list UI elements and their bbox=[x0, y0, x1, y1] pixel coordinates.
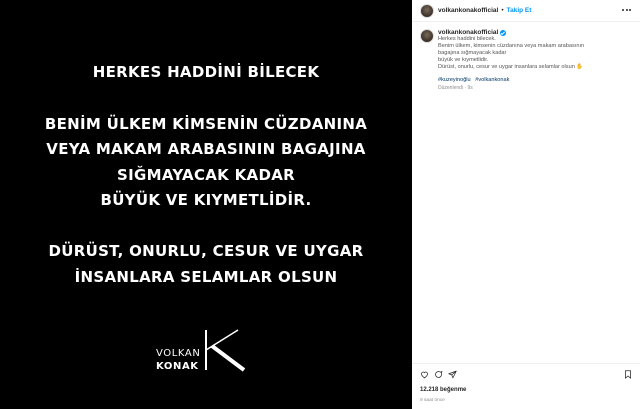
caption-line-4: büyük ve kıymetlidir. bbox=[438, 57, 489, 63]
hashtag-link[interactable]: #kuzeyinoğlu bbox=[438, 77, 471, 83]
avatar[interactable] bbox=[420, 3, 434, 18]
caption-username[interactable]: volkankonakofficial bbox=[438, 29, 498, 36]
post-side-panel: volkankonakofficial • Takip Et volkankon… bbox=[412, 0, 640, 409]
volkan-konak-logo: VOLKAN KONAK bbox=[156, 328, 256, 376]
separator-dot: • bbox=[501, 7, 504, 14]
post-text-line-1: HERKES HADDİNİ BİLECEK bbox=[92, 63, 320, 81]
share-icon[interactable] bbox=[448, 370, 457, 379]
header-username[interactable]: volkankonakofficial bbox=[438, 7, 498, 14]
hashtags: #kuzeyinoğlu #volkankonak bbox=[438, 77, 584, 83]
heart-icon[interactable] bbox=[420, 370, 429, 379]
ellipsis-icon[interactable] bbox=[622, 7, 632, 13]
action-bar bbox=[412, 363, 640, 383]
post-text-line-7: İNSANLARA SELAMLAR OLSUN bbox=[74, 268, 338, 286]
post-timestamp[interactable]: 9 saat önce bbox=[420, 398, 445, 403]
post-header: volkankonakofficial • Takip Et bbox=[412, 0, 640, 22]
follow-button[interactable]: Takip Et bbox=[507, 7, 532, 14]
like-count[interactable]: 12.218 beğenme bbox=[420, 387, 466, 393]
bookmark-icon[interactable] bbox=[624, 370, 632, 379]
post-text-line-4: SIĞMAYACAK KADAR bbox=[117, 166, 295, 184]
logo-line-2: KONAK bbox=[156, 361, 199, 372]
verified-badge-icon bbox=[500, 29, 507, 36]
hashtag-link[interactable]: #volkankonak bbox=[475, 77, 509, 83]
comment-icon[interactable] bbox=[434, 370, 443, 379]
post-text-line-6: DÜRÜST, ONURLU, CESUR VE UYGAR bbox=[48, 242, 364, 260]
caption-line-1: Herkes haddini bilecek. bbox=[438, 36, 496, 42]
logo-line-1: VOLKAN bbox=[156, 348, 201, 359]
post-text-line-5: BÜYÜK VE KIYMETLİDİR. bbox=[100, 191, 312, 209]
caption-line-5: Dürüst, onurlu, cesur ve uygar insanlara… bbox=[438, 64, 584, 70]
caption-meta: Düzenlendi · 9s bbox=[438, 85, 473, 91]
caption-line-3: bagajına sığmayacak kadar bbox=[438, 50, 507, 56]
caption: volkankonakofficial Herkes haddini bilec… bbox=[420, 29, 634, 91]
caption-avatar[interactable] bbox=[420, 29, 434, 43]
post-text-line-2: BENİM ÜLKEM KİMSENİN CÜZDANINA bbox=[44, 115, 368, 133]
post-text-line-3: VEYA MAKAM ARABASININ BAGAJINA bbox=[46, 140, 366, 158]
caption-line-2: Benim ülkem, kimsenin cüzdanına veya mak… bbox=[438, 43, 585, 49]
post-image[interactable]: HERKES HADDİNİ BİLECEK BENİM ÜLKEM KİMSE… bbox=[0, 0, 412, 409]
k-monogram-icon bbox=[205, 329, 246, 372]
